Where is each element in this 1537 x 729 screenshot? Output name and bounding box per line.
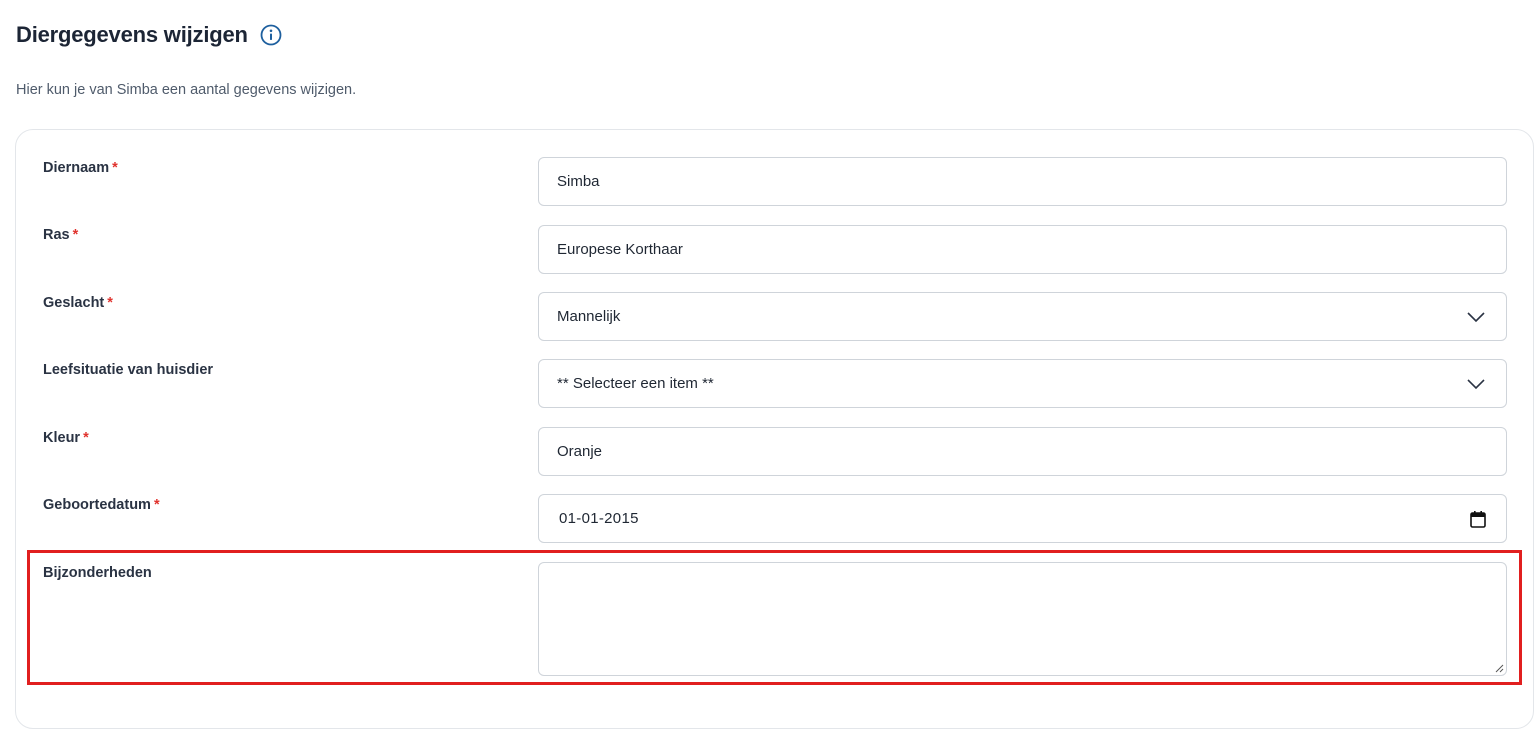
chevron-down-icon [1467,379,1485,390]
diernaam-label: Diernaam * [43,160,118,176]
ras-label: Ras * [43,227,78,243]
bijzonderheden-label: Bijzonderheden [43,565,152,581]
diernaam-label-text: Diernaam [43,160,110,176]
geboortedatum-label: Geboortedatum * [43,497,160,513]
required-marker: * [72,227,79,243]
required-marker: * [83,430,89,446]
bijzonderheden-label-text: Bijzonderheden [43,565,152,581]
diernaam-input[interactable]: Simba [538,157,1507,206]
geboortedatum-label-text: Geboortedatum [43,497,151,513]
geslacht-label: Geslacht * [43,295,113,311]
geslacht-select[interactable]: Mannelijk [538,292,1507,341]
leefsituatie-label: Leefsituatie van huisdier [43,362,213,378]
bijzonderheden-textarea[interactable] [538,562,1507,676]
chevron-down-icon [1467,312,1485,323]
page-title: Diergegevens wijzigen [16,22,248,47]
geboortedatum-input[interactable]: 01-01-2015 [538,494,1507,543]
kleur-input[interactable]: Oranje [538,427,1507,476]
geslacht-value: Mannelijk [557,308,621,325]
info-icon[interactable] [260,24,282,46]
required-marker: * [112,160,118,176]
leefsituatie-value: ** Selecteer een item ** [557,375,714,392]
ras-input[interactable]: Europese Korthaar [538,225,1507,274]
resize-handle-icon[interactable] [1494,663,1504,673]
ras-label-text: Ras [43,227,70,243]
kleur-label-text: Kleur [43,430,81,446]
geslacht-label-text: Geslacht [43,295,105,311]
leefsituatie-select[interactable]: ** Selecteer een item ** [538,359,1507,408]
ras-value: Europese Korthaar [557,241,683,258]
calendar-icon[interactable] [1470,510,1486,528]
kleur-label: Kleur * [43,430,89,446]
kleur-value: Oranje [557,443,603,460]
leefsituatie-label-text: Leefsituatie van huisdier [43,362,214,378]
geboortedatum-value: 01-01-2015 [559,510,639,527]
diernaam-value: Simba [557,173,600,190]
required-marker: * [107,295,113,311]
page-header: Diergegevens wijzigen [16,22,282,48]
page-subtitle: Hier kun je van Simba een aantal gegeven… [16,82,357,98]
required-marker: * [153,497,160,513]
